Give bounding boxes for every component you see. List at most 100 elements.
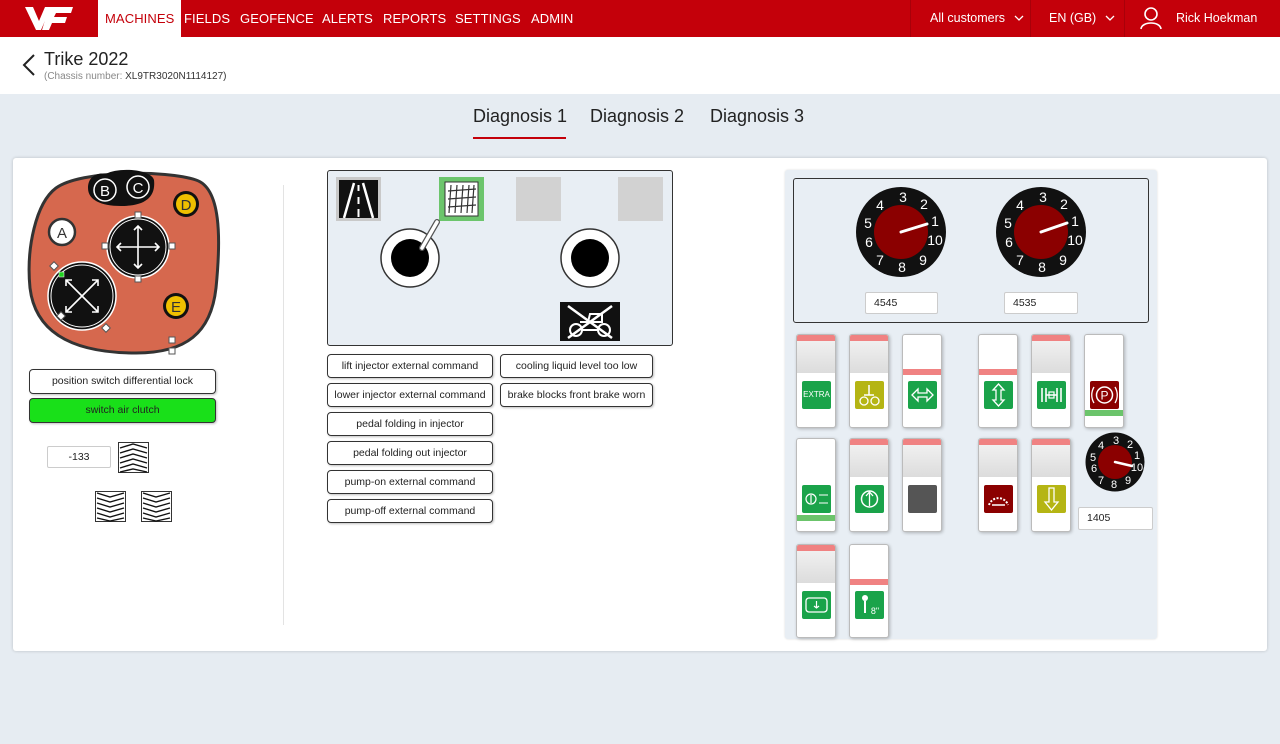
pedal-folding-out-injector-button[interactable]: pedal folding out injector (327, 441, 493, 465)
small-gauge-dial: 3 2 1 10 9 8 7 6 5 4 (1085, 432, 1145, 492)
tank-level-icon (802, 591, 831, 619)
extra-icon: EXTRA (802, 381, 831, 409)
tab-diagnosis-1[interactable]: Diagnosis 1 (473, 106, 567, 127)
steering-icon (855, 485, 884, 513)
language-dropdown[interactable]: EN (GB) (1049, 0, 1115, 37)
gauge-1-value: 4545 (865, 292, 938, 314)
pedal-folding-in-injector-button[interactable]: pedal folding in injector (327, 412, 493, 436)
switch-rotary-speed[interactable] (978, 438, 1018, 532)
svg-text:6: 6 (1005, 234, 1013, 250)
joystick-button-c[interactable]: C (133, 180, 144, 197)
nav-geofence[interactable]: GEOFENCE (233, 0, 321, 37)
tractor-disabled-icon (560, 302, 620, 341)
nav-machines[interactable]: MACHINES (98, 0, 182, 37)
switch-left-right[interactable] (902, 334, 942, 428)
language-label: EN (GB) (1049, 11, 1097, 25)
svg-text:10: 10 (1131, 462, 1143, 474)
nav-settings[interactable]: SETTINGS (448, 0, 528, 37)
top-nav-bar: MACHINES FIELDS GEOFENCE ALERTS REPORTS … (0, 0, 1280, 37)
switch-lower[interactable] (1031, 438, 1071, 532)
svg-text:9: 9 (1125, 475, 1131, 487)
chevron-down-icon (1105, 15, 1115, 21)
svg-text:5: 5 (1090, 452, 1096, 464)
active-tab-indicator (473, 137, 566, 139)
gauge-panel (793, 178, 1149, 323)
svg-text:2: 2 (920, 196, 928, 212)
svg-text:P: P (1100, 389, 1108, 403)
switch-extra[interactable]: EXTRA (796, 334, 836, 428)
svg-text:9: 9 (1059, 252, 1067, 268)
switch-parking-brake[interactable]: P (1084, 334, 1124, 428)
lower-injector-external-command-button[interactable]: lower injector external command (327, 383, 493, 407)
joystick-button-d[interactable]: D (181, 197, 192, 214)
page-title: Trike 2022 (44, 49, 129, 69)
customers-dropdown[interactable]: All customers (930, 0, 1024, 37)
user-name[interactable]: Rick Hoekman (1176, 0, 1257, 37)
svg-text:1: 1 (1071, 213, 1079, 229)
svg-text:1: 1 (1134, 450, 1140, 462)
switch-steering[interactable] (849, 438, 889, 532)
tab-diagnosis-3[interactable]: Diagnosis 3 (710, 106, 804, 127)
chassis-number: (Chassis number: XL9TR3020N1114127) (44, 71, 227, 82)
gauge-dial-2: 3 2 1 10 9 8 7 6 5 4 (996, 187, 1086, 277)
svg-text:10: 10 (1067, 232, 1083, 248)
pump-on-external-command-button[interactable]: pump-on external command (327, 470, 493, 494)
nav-alerts[interactable]: ALERTS (315, 0, 380, 37)
left-knob-icon[interactable] (378, 210, 444, 290)
svg-text:7: 7 (1098, 475, 1104, 487)
brake-blocks-front-brake-worn-button[interactable]: brake blocks front brake worn (500, 383, 653, 407)
tread-pattern-icon (118, 442, 149, 473)
tread-pattern-icon (95, 491, 126, 522)
switch-nozzle[interactable]: 8" (849, 544, 889, 638)
switch-air-clutch-button[interactable]: switch air clutch (29, 398, 216, 423)
switch-tank[interactable] (796, 544, 836, 638)
svg-text:7: 7 (876, 252, 884, 268)
auto-mode-icon (802, 485, 831, 513)
field-pattern-icon[interactable] (439, 177, 484, 221)
back-arrow-icon[interactable] (20, 52, 38, 78)
svg-text:6: 6 (1091, 463, 1097, 475)
svg-text:4: 4 (876, 197, 884, 213)
empty-indicator (618, 177, 663, 221)
joystick-button-a[interactable]: A (57, 225, 67, 242)
switch-auto-mode[interactable] (796, 438, 836, 532)
svg-text:10: 10 (927, 232, 943, 248)
road-icon (336, 177, 381, 221)
joystick-button-e[interactable]: E (171, 299, 181, 316)
position-switch-differential-lock-button[interactable]: position switch differential lock (29, 369, 216, 394)
svg-text:3: 3 (1113, 435, 1119, 447)
nav-divider (1124, 0, 1125, 37)
switch-axle[interactable] (1031, 334, 1071, 428)
switch-stop[interactable] (902, 438, 942, 532)
nav-reports[interactable]: REPORTS (376, 0, 453, 37)
parking-brake-icon: P (1090, 381, 1119, 409)
hitch-wheels-icon (855, 381, 884, 409)
nav-fields[interactable]: FIELDS (177, 0, 237, 37)
svg-text:1: 1 (931, 213, 939, 229)
left-right-arrows-icon (908, 381, 937, 409)
tread-pattern-icon (141, 491, 172, 522)
cooling-liquid-level-too-low-button[interactable]: cooling liquid level too low (500, 354, 653, 378)
svg-text:3: 3 (899, 189, 907, 205)
gauge-dial-1: 3 2 1 10 9 8 7 6 5 4 (856, 187, 946, 277)
svg-text:8: 8 (898, 259, 906, 275)
customers-label: All customers (930, 11, 1006, 25)
vf-logo[interactable] (23, 3, 75, 33)
svg-text:8: 8 (1038, 259, 1046, 275)
switch-up-down[interactable] (978, 334, 1018, 428)
lift-injector-external-command-button[interactable]: lift injector external command (327, 354, 493, 378)
pump-off-external-command-button[interactable]: pump-off external command (327, 499, 493, 523)
rotary-speed-icon (984, 485, 1013, 513)
chassis-value: XL9TR3020N1114127) (125, 71, 227, 82)
right-knob-icon[interactable] (560, 228, 622, 290)
joystick-button-b[interactable]: B (100, 183, 110, 200)
numeric-value-field: -133 (47, 446, 111, 468)
svg-text:8": 8" (871, 606, 879, 616)
svg-text:5: 5 (1004, 215, 1012, 231)
tab-diagnosis-2[interactable]: Diagnosis 2 (590, 106, 684, 127)
user-icon[interactable] (1140, 6, 1162, 30)
nav-admin[interactable]: ADMIN (524, 0, 580, 37)
joystick-diagram: B C D A E (27, 169, 221, 355)
switch-hitch-wheels[interactable] (849, 334, 889, 428)
chassis-label: (Chassis number: (44, 71, 123, 82)
